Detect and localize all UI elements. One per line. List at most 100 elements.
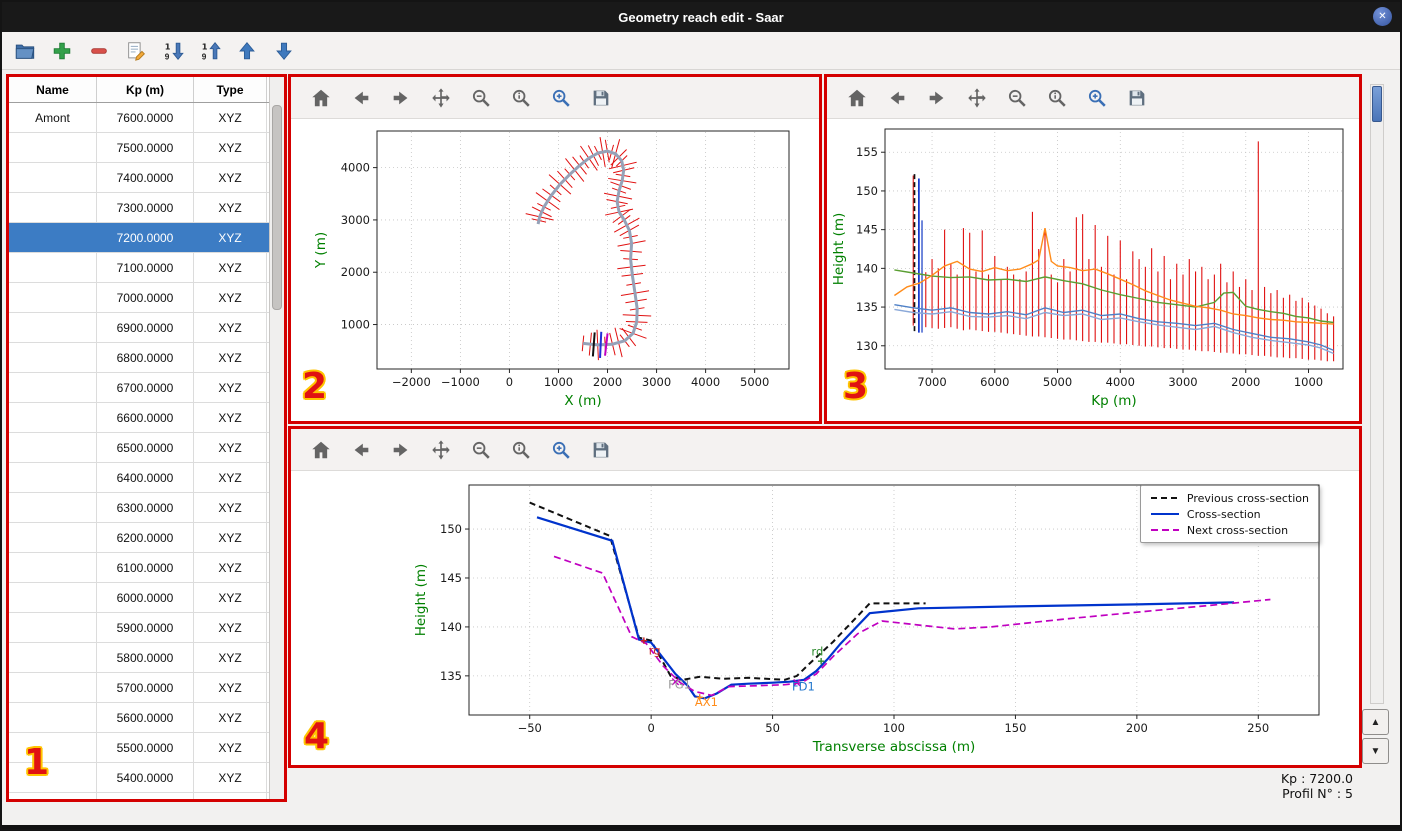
table-scrollbar-thumb[interactable]: [272, 105, 282, 310]
save-icon[interactable]: [589, 438, 613, 462]
svg-text:135: 135: [856, 300, 878, 314]
zoom-out-icon[interactable]: [1005, 86, 1029, 110]
table-row[interactable]: 5400.0000 XYZ: [9, 763, 284, 793]
cell-type: XYZ: [194, 373, 267, 402]
forward-icon[interactable]: [389, 86, 413, 110]
table-body: Amont 7600.0000 XYZ 7500.0000 XYZ 7400.0000 XY…: [9, 103, 284, 799]
table-row[interactable]: 6600.0000 XYZ: [9, 403, 284, 433]
cell-name: [9, 433, 97, 462]
table-row[interactable]: 6400.0000 XYZ: [9, 463, 284, 493]
cell-name: [9, 283, 97, 312]
cell-type: XYZ: [194, 733, 267, 762]
close-icon: ✕: [1378, 10, 1387, 22]
move-down-button[interactable]: [271, 38, 297, 64]
back-icon[interactable]: [885, 86, 909, 110]
svg-text:150: 150: [440, 522, 462, 536]
table-row[interactable]: 6800.0000 XYZ: [9, 343, 284, 373]
pan-icon[interactable]: [429, 438, 453, 462]
table-scrollbar[interactable]: [269, 77, 284, 799]
svg-text:140: 140: [856, 261, 878, 275]
svg-text:2000: 2000: [341, 265, 370, 279]
zoom-in-icon[interactable]: [549, 86, 573, 110]
open-button[interactable]: [12, 38, 38, 64]
remove-section-button[interactable]: [86, 38, 112, 64]
close-button[interactable]: ✕: [1373, 7, 1392, 26]
zoom-in-icon[interactable]: [1085, 86, 1109, 110]
table-row[interactable]: 7300.0000 XYZ: [9, 193, 284, 223]
zoom-in-icon[interactable]: [549, 438, 573, 462]
pan-icon[interactable]: [965, 86, 989, 110]
table-row[interactable]: 6100.0000 XYZ: [9, 553, 284, 583]
svg-text:130: 130: [856, 339, 878, 353]
home-icon[interactable]: [309, 86, 333, 110]
column-header-kpm[interactable]: Kp (m): [97, 77, 194, 102]
zoom-reset-icon[interactable]: [509, 438, 533, 462]
save-icon[interactable]: [589, 86, 613, 110]
table-row[interactable]: 7100.0000 XYZ: [9, 253, 284, 283]
table-row[interactable]: 6000.0000 XYZ: [9, 583, 284, 613]
move-up-button[interactable]: [234, 38, 260, 64]
add-section-button[interactable]: [49, 38, 75, 64]
column-header-type[interactable]: Type: [194, 77, 267, 102]
cell-name: [9, 613, 97, 642]
home-icon[interactable]: [309, 438, 333, 462]
table-row[interactable]: 5500.0000 XYZ: [9, 733, 284, 763]
cell-type: XYZ: [194, 793, 267, 799]
svg-text:3000: 3000: [642, 375, 671, 389]
zoom-reset-icon[interactable]: [509, 86, 533, 110]
cell-kp: 6600.0000: [97, 403, 194, 432]
back-icon[interactable]: [349, 438, 373, 462]
table-row[interactable]: 5900.0000 XYZ: [9, 613, 284, 643]
cell-type: XYZ: [194, 103, 267, 132]
svg-text:135: 135: [440, 669, 462, 683]
profile-up-button[interactable]: ▲: [1362, 709, 1389, 735]
long-profile-plot[interactable]: 7000 6000 5000 4000 3000 2000 1000 130 135 140 145…: [827, 119, 1359, 421]
legend-entry: Previous cross-section: [1150, 491, 1309, 505]
status-profil: Profil N° : 5: [1282, 786, 1353, 801]
cell-type: XYZ: [194, 193, 267, 222]
table-row[interactable]: 5700.0000 XYZ: [9, 673, 284, 703]
save-icon[interactable]: [1125, 86, 1149, 110]
table-row[interactable]: 6900.0000 XYZ: [9, 313, 284, 343]
pan-icon[interactable]: [429, 86, 453, 110]
table-row[interactable]: 5300.0000XYZ: [9, 793, 284, 799]
table-row[interactable]: 6500.0000 XYZ: [9, 433, 284, 463]
table-row[interactable]: 6700.0000 XYZ: [9, 373, 284, 403]
right-scrollbar[interactable]: [1370, 84, 1384, 704]
sort-descending-button[interactable]: 19: [197, 38, 223, 64]
cross-plot-toolbar: [291, 429, 1359, 471]
forward-icon[interactable]: [925, 86, 949, 110]
table-row[interactable]: 6300.0000 XYZ: [9, 493, 284, 523]
right-scrollbar-thumb[interactable]: [1372, 86, 1382, 122]
table-row[interactable]: 5800.0000 XYZ: [9, 643, 284, 673]
column-header-name[interactable]: Name: [9, 77, 97, 102]
back-icon[interactable]: [349, 86, 373, 110]
svg-text:2000: 2000: [1231, 375, 1260, 389]
panel-number-4: 4: [304, 716, 330, 757]
cell-type: XYZ: [194, 583, 267, 612]
svg-text:145: 145: [856, 223, 878, 237]
table-row[interactable]: 7500.0000 XYZ: [9, 133, 284, 163]
svg-text:150: 150: [856, 184, 878, 198]
table-row[interactable]: Amont 7600.0000 XYZ: [9, 103, 284, 133]
table-row[interactable]: 7400.0000 XYZ: [9, 163, 284, 193]
plan-view-panel: −2000 −1000 0 1000 2000 3000 4000 5000 1000 2000 3…: [288, 74, 822, 424]
table-row[interactable]: 5600.0000 XYZ: [9, 703, 284, 733]
cell-name: [9, 493, 97, 522]
zoom-out-icon[interactable]: [469, 86, 493, 110]
plan-view-plot[interactable]: −2000 −1000 0 1000 2000 3000 4000 5000 1000 2000 3…: [291, 119, 819, 421]
zoom-reset-icon[interactable]: [1045, 86, 1069, 110]
profile-down-button[interactable]: ▼: [1362, 738, 1389, 764]
home-icon[interactable]: [845, 86, 869, 110]
svg-text:−1000: −1000: [441, 375, 480, 389]
table-row[interactable]: 6200.0000 XYZ: [9, 523, 284, 553]
svg-text:9: 9: [165, 52, 170, 61]
cell-kp: 7400.0000: [97, 163, 194, 192]
edit-section-button[interactable]: [123, 38, 149, 64]
forward-icon[interactable]: [389, 438, 413, 462]
svg-text:Kp (m): Kp (m): [1091, 393, 1136, 409]
sort-ascending-button[interactable]: 19: [160, 38, 186, 64]
table-row[interactable]: 7000.0000 XYZ: [9, 283, 284, 313]
table-row[interactable]: 7200.0000 XYZ: [9, 223, 284, 253]
zoom-out-icon[interactable]: [469, 438, 493, 462]
